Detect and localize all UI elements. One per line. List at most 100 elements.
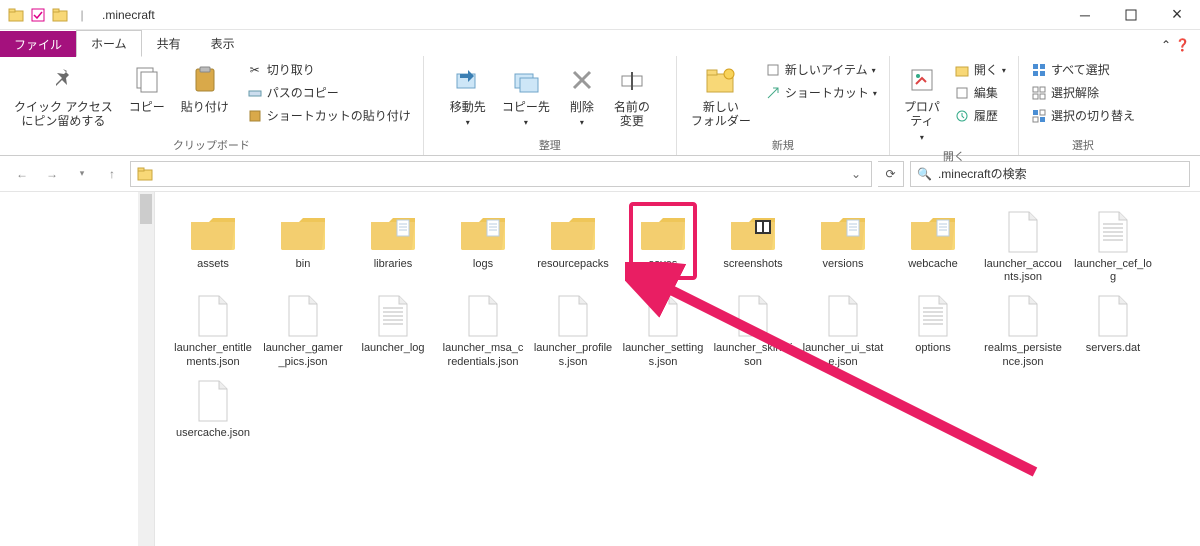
new-shortcut-button[interactable]: ショートカット ▾ — [761, 83, 881, 104]
group-clipboard-label: クリップボード — [8, 135, 415, 153]
file-icon — [187, 294, 239, 338]
new-folder-icon — [705, 64, 737, 96]
file-item[interactable]: servers.dat — [1071, 294, 1155, 368]
item-label: launcher_profiles.json — [532, 342, 614, 368]
file-item[interactable]: launcher_cef_log — [1071, 210, 1155, 284]
copy-label: コピー — [129, 100, 165, 114]
new-folder-button[interactable]: 新しい フォルダー — [685, 60, 757, 133]
folder-item[interactable]: bin — [261, 210, 345, 284]
scroll-thumb[interactable] — [140, 194, 152, 224]
address-dropdown-icon[interactable]: ⌄ — [847, 167, 865, 181]
history-button[interactable]: 履歴 — [950, 106, 1010, 127]
file-item[interactable]: launcher_ui_state.json — [801, 294, 885, 368]
folder-item[interactable]: webcache — [891, 210, 975, 284]
forward-button[interactable]: → — [40, 162, 64, 186]
pin-quick-access-button[interactable]: クイック アクセス にピン留めする — [8, 60, 119, 133]
invert-icon — [1031, 108, 1047, 124]
paste-shortcut-button[interactable]: ショートカットの貼り付け — [243, 106, 415, 127]
item-label: servers.dat — [1086, 342, 1140, 355]
file-item[interactable]: launcher_msa_credentials.json — [441, 294, 525, 368]
back-button[interactable]: ← — [10, 162, 34, 186]
file-item[interactable]: usercache.json — [171, 379, 255, 440]
item-label: launcher_settings.json — [622, 342, 704, 368]
file-item[interactable]: realms_persistence.json — [981, 294, 1065, 368]
folder-item[interactable]: screenshots — [711, 210, 795, 284]
file-icon — [277, 294, 329, 338]
invert-selection-button[interactable]: 選択の切り替え — [1027, 106, 1139, 127]
close-button[interactable]: × — [1154, 0, 1200, 30]
open-icon — [954, 62, 970, 78]
tab-home[interactable]: ホーム — [76, 30, 142, 57]
file-item[interactable]: launcher_skins.json — [711, 294, 795, 368]
file-item[interactable]: options — [891, 294, 975, 368]
folder-item[interactable]: logs — [441, 210, 525, 284]
select-all-button[interactable]: すべて選択 — [1027, 60, 1139, 81]
select-none-button[interactable]: 選択解除 — [1027, 83, 1139, 104]
up-button[interactable]: ↑ — [100, 162, 124, 186]
copy-button[interactable]: コピー — [123, 60, 171, 118]
move-to-button[interactable]: 移動先▾ — [444, 60, 492, 132]
folder-item[interactable]: versions — [801, 210, 885, 284]
cut-button[interactable]: ✂切り取り — [243, 60, 415, 81]
tab-file[interactable]: ファイル — [0, 31, 76, 57]
checkbox-icon[interactable] — [30, 7, 46, 23]
group-clipboard: クイック アクセス にピン留めする コピー 貼り付け ✂切り取り パスのコピー … — [0, 56, 424, 155]
minimize-button[interactable]: ─ — [1062, 0, 1108, 30]
breadcrumb[interactable]: ⌄ — [130, 161, 872, 187]
file-icon — [727, 294, 779, 338]
dropdown-icon: ▾ — [580, 118, 584, 128]
group-select: すべて選択 選択解除 選択の切り替え 選択 — [1019, 56, 1147, 155]
folder-icon — [277, 210, 329, 254]
search-input[interactable]: 🔍 .minecraftの検索 — [910, 161, 1190, 187]
dropdown-icon: ▾ — [920, 133, 924, 143]
file-list[interactable]: assetsbinlibrarieslogsresourcepackssaves… — [155, 192, 1200, 546]
scrollbar[interactable] — [138, 192, 154, 546]
file-item[interactable]: launcher_accounts.json — [981, 210, 1065, 284]
chevron-up-icon: ⌃ — [1161, 38, 1171, 52]
file-icon — [907, 294, 959, 338]
separator-icon: | — [74, 7, 90, 23]
delete-button[interactable]: 削除▾ — [560, 60, 604, 132]
ribbon-collapse[interactable]: ⌃❓ — [1151, 34, 1200, 56]
refresh-button[interactable]: ⟳ — [878, 161, 904, 187]
rename-button[interactable]: 名前の 変更 — [608, 60, 656, 133]
file-icon — [547, 294, 599, 338]
moveto-icon — [452, 64, 484, 96]
paste-icon — [189, 64, 221, 96]
navigation-pane[interactable] — [0, 192, 155, 546]
folder-item[interactable]: saves — [621, 210, 705, 284]
file-item[interactable]: launcher_entitlements.json — [171, 294, 255, 368]
copy-to-button[interactable]: コピー先▾ — [496, 60, 556, 132]
copy-path-button[interactable]: パスのコピー — [243, 83, 415, 104]
file-icon — [1087, 294, 1139, 338]
folder-item[interactable]: assets — [171, 210, 255, 284]
item-label: launcher_cef_log — [1072, 258, 1154, 284]
file-item[interactable]: launcher_settings.json — [621, 294, 705, 368]
recent-button[interactable]: ▾ — [70, 162, 94, 186]
select-all-icon — [1031, 62, 1047, 78]
file-icon — [367, 294, 419, 338]
file-icon — [187, 379, 239, 423]
group-organize: 移動先▾ コピー先▾ 削除▾ 名前の 変更 整理 — [424, 56, 677, 155]
folder-icon — [457, 210, 509, 254]
file-item[interactable]: launcher_profiles.json — [531, 294, 615, 368]
maximize-button[interactable] — [1108, 0, 1154, 30]
file-item[interactable]: launcher_gamer_pics.json — [261, 294, 345, 368]
tab-share[interactable]: 共有 — [142, 30, 196, 57]
folder-item[interactable]: libraries — [351, 210, 435, 284]
new-item-button[interactable]: 新しいアイテム ▾ — [761, 60, 881, 81]
properties-button[interactable]: プロパ ティ▾ — [898, 60, 946, 146]
item-label: launcher_skins.json — [712, 342, 794, 368]
tab-view[interactable]: 表示 — [196, 30, 250, 57]
edit-button[interactable]: 編集 — [950, 83, 1010, 104]
copyto-icon — [510, 64, 542, 96]
file-item[interactable]: launcher_log — [351, 294, 435, 368]
open-button[interactable]: 開く ▾ — [950, 60, 1010, 81]
paste-button[interactable]: 貼り付け — [175, 60, 235, 118]
history-icon — [954, 108, 970, 124]
folder-icon — [52, 7, 68, 23]
help-icon[interactable]: ❓ — [1175, 38, 1190, 52]
file-icon — [817, 294, 869, 338]
scissors-icon: ✂ — [247, 62, 263, 78]
folder-item[interactable]: resourcepacks — [531, 210, 615, 284]
